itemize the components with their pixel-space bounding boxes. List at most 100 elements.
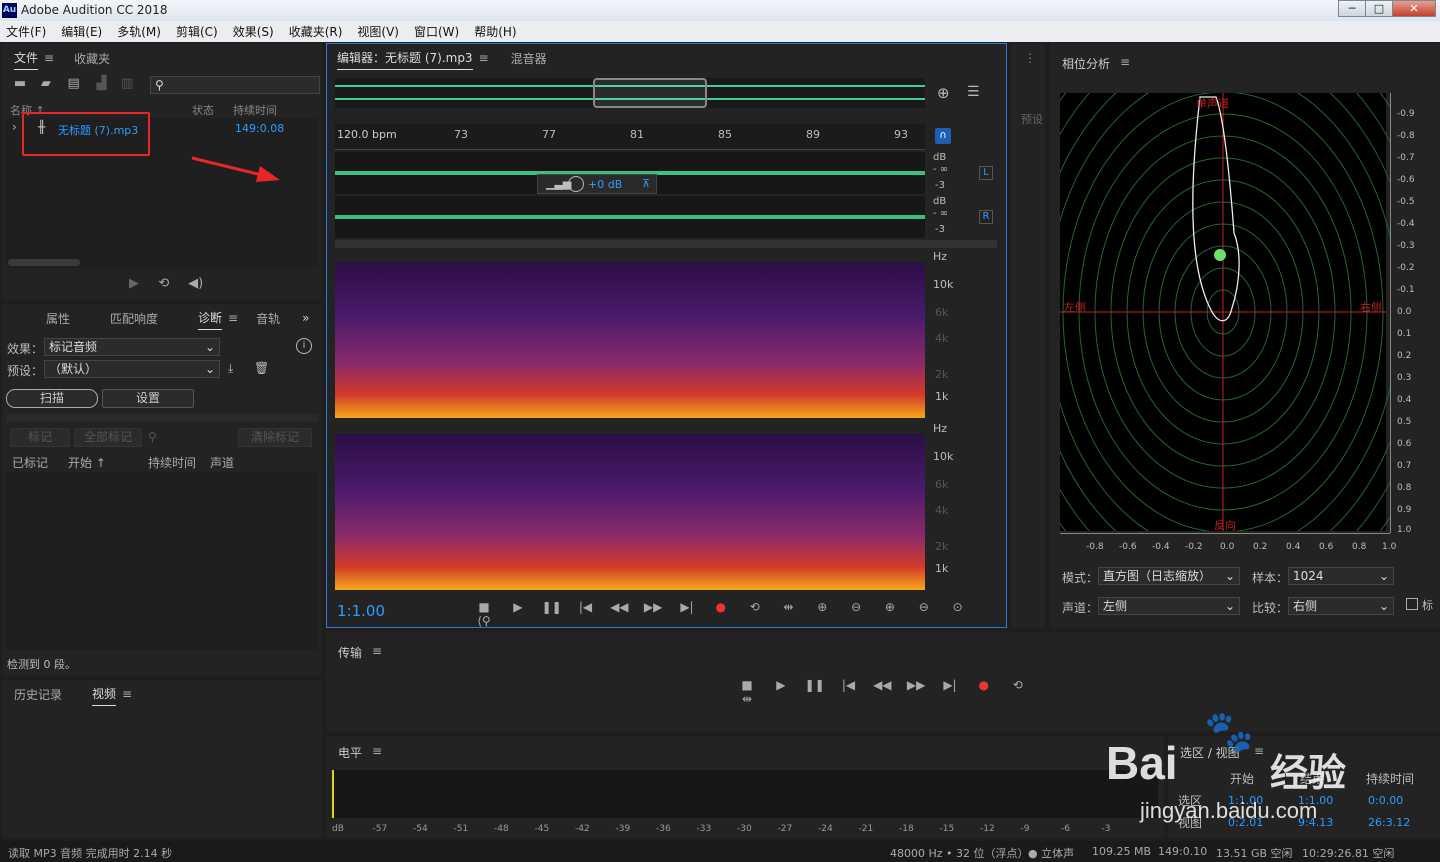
tab-tracks[interactable]: 音轨 [256,307,280,330]
tab-mixer[interactable]: 混音器 [511,47,547,70]
mode-select[interactable]: 直方图（日志缩放） ⌄ [1098,567,1240,585]
channel-select[interactable]: 左侧 ⌄ [1098,597,1240,615]
clear-marks-button[interactable]: 清除标记 [238,428,312,447]
col-start[interactable]: 开始 ↑ [68,454,106,471]
menu-file[interactable]: 文件(F) [6,23,46,40]
open-folder-icon[interactable]: ▬ [10,76,30,91]
menu-edit[interactable]: 编辑(E) [61,23,102,40]
record-icon[interactable]: ● [969,678,999,692]
gain-knob-icon[interactable] [568,176,584,192]
import-icon[interactable]: ▰ [34,76,58,91]
side-menu-icon[interactable]: ⋮ [1024,51,1036,65]
tab-diagnostics[interactable]: 诊断 [198,306,223,330]
channel-r-badge[interactable]: R [979,210,993,224]
skip-icon[interactable]: ⇹ [732,692,762,706]
zoom-out-time-icon[interactable]: ⊖ [909,600,939,614]
col-duration[interactable]: 持续时间 [148,454,196,471]
tab-favorites[interactable]: 收藏夹 [74,47,110,70]
go-start-icon[interactable]: |◀ [570,600,600,614]
files-menu-icon[interactable]: ≡ [44,51,54,65]
rewind-icon[interactable]: ◀◀ [604,600,634,614]
spectrogram-left[interactable] [335,262,925,418]
sample-select[interactable]: 1024 ⌄ [1288,567,1394,585]
overview-viewport[interactable] [593,78,707,108]
rewind-icon[interactable]: ◀◀ [867,678,897,692]
loop-icon[interactable]: ⟲ [740,600,770,614]
current-time[interactable]: 1:1.00 [337,602,385,620]
col-channel[interactable]: 声道 [210,454,234,471]
scan-button[interactable]: 扫描 [6,389,98,408]
search-icon[interactable]: ⚲ [148,430,157,444]
menu-effects[interactable]: 效果(S) [233,23,274,40]
preview-play-icon[interactable]: ▶ [122,276,146,291]
forward-icon[interactable]: ▶▶ [901,678,931,692]
play-icon[interactable]: ▶ [766,678,796,692]
level-menu-icon[interactable]: ≡ [372,744,382,758]
menu-view[interactable]: 视图(V) [357,23,399,40]
go-end-icon[interactable]: ▶| [672,600,702,614]
skip-icon[interactable]: ⇹ [773,600,803,614]
transport-menu-icon[interactable]: ≡ [372,644,382,658]
stop-icon[interactable]: ■ [469,600,499,614]
go-end-icon[interactable]: ▶| [935,678,965,692]
col-duration[interactable]: 持续时间 [233,102,277,118]
menu-window[interactable]: 窗口(W) [414,23,459,40]
video-menu-icon[interactable]: ≡ [122,687,132,701]
side-presets-label[interactable]: 预设 [1021,111,1043,127]
delete-icon[interactable]: ▥ [117,76,137,91]
editor-menu-icon[interactable]: ≡ [479,51,489,65]
overview-waveform[interactable] [335,78,925,108]
menu-favorites[interactable]: 收藏夹(R) [289,23,343,40]
phase-menu-icon[interactable]: ≡ [1120,55,1130,69]
menu-multitrack[interactable]: 多轨(M) [117,23,161,40]
zoom-in-amp-icon[interactable]: ⊕ [807,600,837,614]
tab-video[interactable]: 视频 [92,682,117,706]
tab-history[interactable]: 历史记录 [14,683,62,706]
diag-menu-icon[interactable]: ≡ [228,311,238,325]
pause-icon[interactable]: ❚❚ [800,678,830,692]
files-scrollbar[interactable] [8,259,80,266]
preview-autoplay-icon[interactable]: ◀) [182,276,210,291]
file-search-input[interactable]: ⚲ [150,76,320,94]
hud-gain[interactable]: ▁▃▅ +0 dB ⊼ [537,174,657,194]
overflow-icon[interactable]: » [302,311,309,325]
zoom-in-time-icon[interactable]: ⊕ [875,600,905,614]
settings-button[interactable]: 设置 [102,389,194,408]
maximize-button[interactable]: □ [1365,0,1393,17]
effect-select[interactable]: 标记音频 ⌄ [44,338,220,356]
zoom-out-amp-icon[interactable]: ⊖ [841,600,871,614]
col-marked[interactable]: 已标记 [12,456,48,470]
loop-icon[interactable]: ⟲ [1003,678,1033,692]
spectrogram-right[interactable] [335,434,925,590]
splitter[interactable] [6,414,318,422]
headphones-icon[interactable]: ∩ [935,128,951,144]
mark-all-button[interactable]: 全部标记 [74,428,142,447]
play-icon[interactable]: ▶ [503,600,533,614]
tab-properties[interactable]: 属性 [46,307,70,330]
view-splitter[interactable] [335,240,997,248]
phase-checkbox[interactable] [1406,598,1418,610]
zoom-fit-icon[interactable]: ⊕ [937,84,950,102]
menu-help[interactable]: 帮助(H) [474,23,516,40]
record-icon[interactable]: ● [706,600,736,614]
col-status[interactable]: 状态 [192,102,214,118]
forward-icon[interactable]: ▶▶ [638,600,668,614]
insert-icon[interactable]: ▟ [89,76,113,91]
trash-icon[interactable]: 🗑 [254,361,269,375]
pin-icon[interactable]: ⊼ [642,177,650,190]
timeline-ruler[interactable]: 120.0 bpm 73 77 81 85 89 93 [335,124,925,150]
close-button[interactable]: ✕ [1392,0,1436,17]
channel-l-badge[interactable]: L [979,166,993,180]
info-icon[interactable]: i [296,338,312,354]
zoom-full-icon[interactable]: ⊙ [943,600,973,614]
stop-icon[interactable]: ■ [732,678,762,692]
preset-select[interactable]: （默认） ⌄ [44,360,220,378]
minimize-button[interactable]: ─ [1338,0,1366,17]
new-file-icon[interactable]: ▤ [62,76,86,91]
go-start-icon[interactable]: |◀ [833,678,863,692]
zoom-in-point-icon[interactable]: ⟨⚲ [469,614,499,628]
pause-icon[interactable]: ❚❚ [537,600,567,614]
menu-clip[interactable]: 剪辑(C) [176,23,218,40]
mark-button[interactable]: 标记 [10,428,70,447]
tab-files[interactable]: 文件 [14,46,39,70]
